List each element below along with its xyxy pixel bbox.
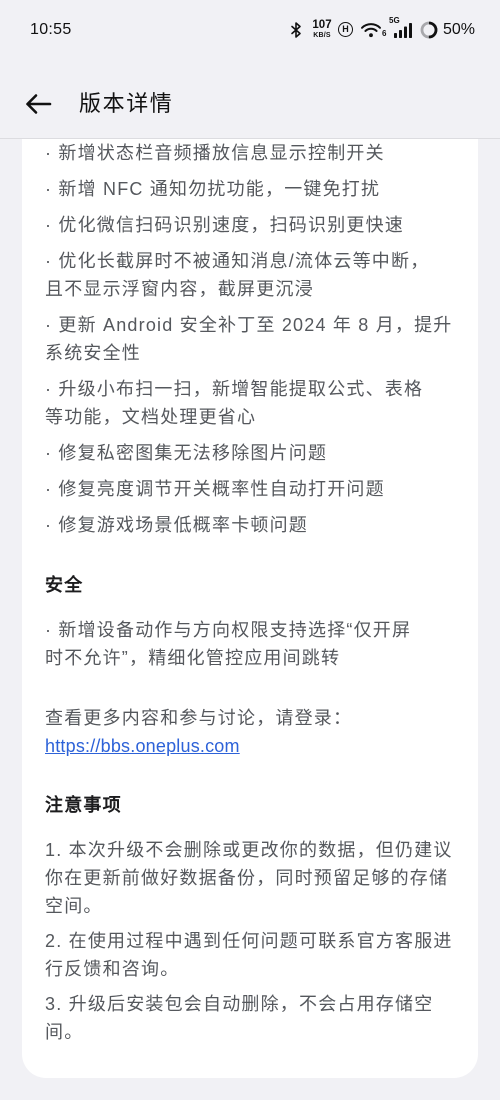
more-info: 查看更多内容和参与讨论，请登录： https://bbs.oneplus.com <box>45 704 460 760</box>
back-button[interactable] <box>18 86 58 122</box>
update-item: · 优化长截屏时不被通知消息/流体云等中断， 且不显示浮窗内容，截屏更沉浸 <box>45 247 460 303</box>
note-item-text: 3. 升级后安装包会自动删除，不会占用存储空 <box>45 994 434 1014</box>
note-item-text: 间。 <box>45 1022 84 1042</box>
update-item: · 修复亮度调节开关概率性自动打开问题 <box>45 475 460 503</box>
note-item: 1. 本次升级不会删除或更改你的数据，但仍建议 你在更新前做好数据备份，同时预留… <box>45 836 460 920</box>
security-item-text: 时不允许”，精细化管控应用间跳转 <box>45 648 341 668</box>
hd-icon: H <box>338 22 353 37</box>
network-speed-unit: KB/S <box>313 32 331 39</box>
update-item-text: · 修复私密图集无法移除图片问题 <box>45 443 328 463</box>
update-item-text: · 修复亮度调节开关概率性自动打开问题 <box>45 479 385 499</box>
update-item-text: · 升级小布扫一扫，新增智能提取公式、表格 <box>45 379 424 399</box>
update-item-text: · 新增状态栏音频播放信息显示控制开关 <box>45 143 385 163</box>
status-time: 10:55 <box>30 21 72 38</box>
section-heading-notes: 注意事项 <box>45 795 122 815</box>
update-item-text: · 更新 Android 安全补丁至 2024 年 8 月，提升 <box>45 315 453 335</box>
network-speed: 107 KB/S <box>309 19 335 40</box>
update-item: · 新增 NFC 通知勿扰功能，一键免打扰 <box>45 175 460 203</box>
update-item: · 更新 Android 安全补丁至 2024 年 8 月，提升 系统安全性 <box>45 311 460 367</box>
note-item-text: 行反馈和咨询。 <box>45 959 180 979</box>
update-item: · 修复游戏场景低概率卡顿问题 <box>45 511 460 539</box>
notes-list: 1. 本次升级不会删除或更改你的数据，但仍建议 你在更新前做好数据备份，同时预留… <box>45 836 460 1046</box>
update-list: · 新增状态栏音频播放信息显示控制开关 · 新增 NFC 通知勿扰功能，一键免打… <box>45 139 460 539</box>
version-details-screen: 10:55 107 KB/S H 6 5G 50% 版本详情 · 新增状态栏音频… <box>0 0 500 1100</box>
app-header: 版本详情 <box>0 60 500 139</box>
hd-badge-label: H <box>342 24 349 34</box>
note-item-text: 空间。 <box>45 896 103 916</box>
security-list: · 新增设备动作与方向权限支持选择“仅开屏 时不允许”，精细化管控应用间跳转 <box>45 616 460 672</box>
update-item-text: 且不显示浮窗内容，截屏更沉浸 <box>45 279 314 299</box>
release-notes-card[interactable]: · 新增状态栏音频播放信息显示控制开关 · 新增 NFC 通知勿扰功能，一键免打… <box>22 139 478 1078</box>
note-item: 2. 在使用过程中遇到任何问题可联系官方客服进 行反馈和咨询。 <box>45 927 460 983</box>
update-item-text: · 优化微信扫码识别速度，扫码识别更快速 <box>45 215 404 235</box>
network-speed-value: 107 <box>312 19 332 31</box>
update-item-text: · 新增 NFC 通知勿扰功能，一键免打扰 <box>45 179 381 199</box>
more-info-text: 查看更多内容和参与讨论，请登录： <box>45 708 353 728</box>
page-title: 版本详情 <box>79 91 174 116</box>
update-item-text: 等功能，文档处理更省心 <box>45 407 257 427</box>
note-item-text: 你在更新前做好数据备份，同时预留足够的存储 <box>45 868 449 888</box>
wifi-standard-label: 6 <box>382 29 387 38</box>
update-item: · 升级小布扫一扫，新增智能提取公式、表格 等功能，文档处理更省心 <box>45 375 460 431</box>
status-bar: 10:55 107 KB/S H 6 5G 50% <box>0 0 500 60</box>
arrow-left-icon <box>26 94 52 114</box>
forum-link[interactable]: https://bbs.oneplus.com <box>45 732 460 760</box>
security-item: · 新增设备动作与方向权限支持选择“仅开屏 时不允许”，精细化管控应用间跳转 <box>45 616 460 672</box>
battery-percent: 50% <box>443 21 476 38</box>
note-item-text: 2. 在使用过程中遇到任何问题可联系官方客服进 <box>45 931 453 951</box>
security-item-text: · 新增设备动作与方向权限支持选择“仅开屏 <box>45 620 412 640</box>
update-item: · 新增状态栏音频播放信息显示控制开关 <box>45 139 460 167</box>
note-item-text: 1. 本次升级不会删除或更改你的数据，但仍建议 <box>45 840 453 860</box>
wifi-icon <box>361 23 381 38</box>
bluetooth-icon <box>291 22 301 38</box>
update-item: · 优化微信扫码识别速度，扫码识别更快速 <box>45 211 460 239</box>
update-item-text: · 修复游戏场景低概率卡顿问题 <box>45 515 308 535</box>
update-item-text: 系统安全性 <box>45 343 141 363</box>
note-item: 3. 升级后安装包会自动删除，不会占用存储空 间。 <box>45 990 460 1046</box>
battery-icon <box>420 21 438 39</box>
update-item-text: · 优化长截屏时不被通知消息/流体云等中断， <box>45 251 430 271</box>
signal-icon <box>394 23 412 38</box>
update-item: · 修复私密图集无法移除图片问题 <box>45 439 460 467</box>
section-heading-security: 安全 <box>45 575 84 595</box>
